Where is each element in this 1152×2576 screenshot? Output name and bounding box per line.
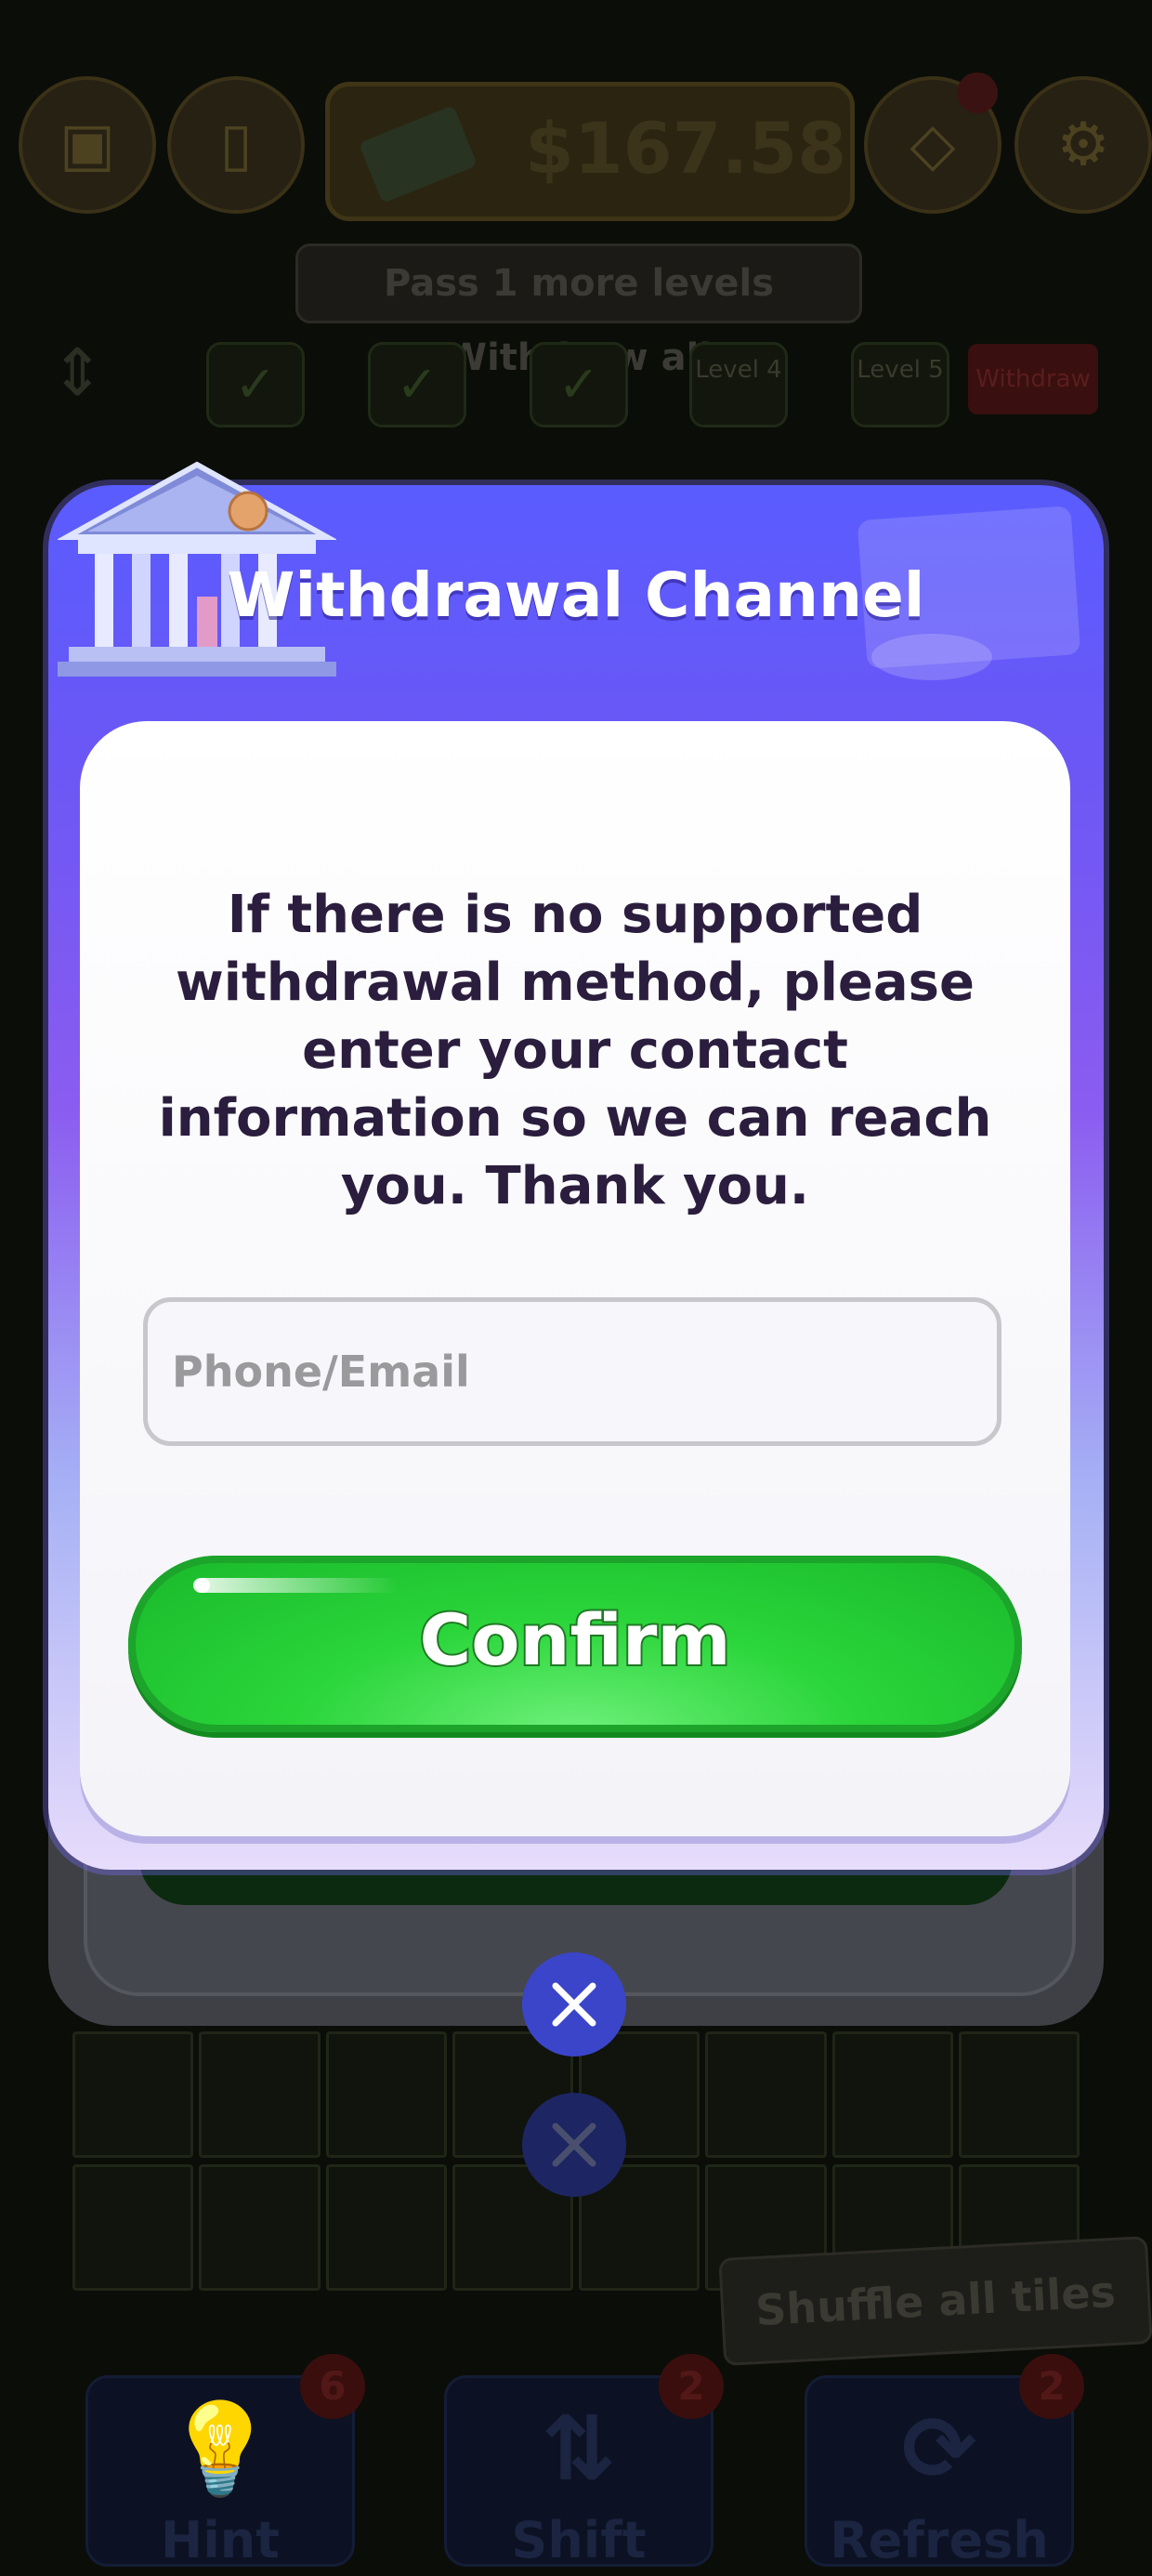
button-shine-dot	[195, 1578, 210, 1593]
shift-powerup: ⇅ Shift 2	[444, 2354, 724, 2569]
cash-icon	[358, 104, 478, 204]
close-icon	[552, 2123, 596, 2167]
confirm-button[interactable]: Confirm	[128, 1556, 1022, 1732]
tile	[325, 2164, 447, 2291]
settings-gear-icon: ⚙	[1015, 76, 1152, 214]
tile	[705, 2031, 827, 2158]
tile	[72, 2164, 194, 2291]
dialog-title: Withdrawal Channel	[227, 559, 925, 631]
powerup-count: 2	[1019, 2354, 1084, 2419]
withdrawal-dialog: Withdrawal Channel If there is no suppor…	[48, 461, 1104, 1870]
dialog-message: If there is no supported withdrawal meth…	[158, 885, 992, 1216]
powerup-label: Shift	[511, 2511, 647, 2569]
button-shine	[193, 1578, 398, 1593]
powerup-count: 6	[300, 2354, 365, 2419]
tile	[199, 2164, 321, 2291]
phone-icon: ▯	[167, 76, 305, 214]
shuffle-tip: Shuffle all tiles	[718, 2235, 1152, 2367]
powerup-label: Refresh	[830, 2511, 1049, 2569]
dialog-panel: If there is no supported withdrawal meth…	[80, 721, 1070, 1836]
powerup-count: 2	[659, 2354, 724, 2419]
tile	[325, 2031, 447, 2158]
tile	[958, 2031, 1080, 2158]
notification-badge	[957, 72, 998, 113]
level-check: ✓	[368, 342, 466, 427]
contact-input[interactable]	[143, 1297, 1001, 1446]
tile	[72, 2031, 194, 2158]
level-node: Level 5	[851, 342, 949, 427]
close-icon	[552, 1982, 596, 2027]
balance-amount: $167.58	[525, 107, 847, 190]
shop-icon: ▣	[19, 76, 156, 214]
powerup-label: Hint	[161, 2511, 280, 2569]
hint-powerup: 💡 Hint 6	[85, 2354, 365, 2569]
confirm-label: Confirm	[417, 1597, 732, 1683]
withdraw-tip: Pass 1 more levels Withdraw all	[295, 243, 862, 379]
balance-display: $167.58	[325, 82, 855, 221]
background-close-button	[522, 2093, 626, 2197]
refresh-powerup: ⟳ Refresh 2	[805, 2354, 1084, 2569]
level-node: Level 4	[689, 342, 788, 427]
tile	[199, 2031, 321, 2158]
level-check: ✓	[206, 342, 305, 427]
level-check: ✓	[530, 342, 628, 427]
withdraw-chip: Withdraw	[968, 344, 1098, 414]
tile	[831, 2031, 953, 2158]
close-dialog-button[interactable]	[522, 1952, 626, 2057]
decor-coin-icon	[871, 634, 992, 680]
